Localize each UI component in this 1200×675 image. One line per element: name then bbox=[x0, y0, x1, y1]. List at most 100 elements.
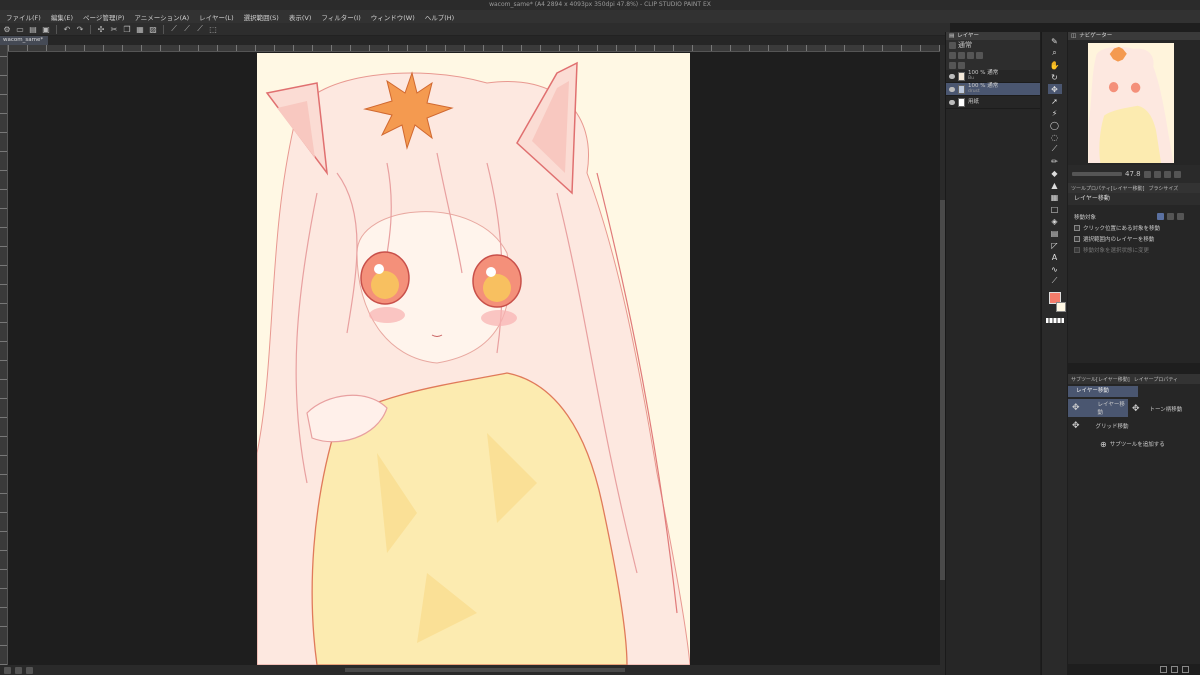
checkbox[interactable] bbox=[1074, 224, 1080, 231]
new-layer-icon[interactable] bbox=[949, 61, 956, 69]
zoom-out-icon[interactable] bbox=[4, 666, 11, 674]
new-icon[interactable]: ▭ bbox=[15, 24, 25, 34]
snap-special-icon[interactable]: ⟋ bbox=[182, 24, 192, 34]
auto-select-icon[interactable]: ⚡ bbox=[1048, 108, 1062, 118]
menu-file[interactable]: ファイル(F) bbox=[6, 12, 41, 22]
frame-icon[interactable]: ◈ bbox=[1048, 216, 1062, 226]
menu-window[interactable]: ウィンドウ(W) bbox=[371, 12, 415, 22]
app-icon[interactable]: ⚙ bbox=[2, 24, 12, 34]
redo-icon[interactable]: ↷ bbox=[75, 24, 85, 34]
brush-size-tab[interactable]: ブラシサイズ bbox=[1148, 185, 1178, 192]
zoom-in-button[interactable] bbox=[1143, 170, 1151, 178]
snap-ruler-icon[interactable]: ⟋ bbox=[169, 24, 179, 34]
layer-color-icon[interactable] bbox=[949, 41, 956, 49]
eraser-icon[interactable]: ◆ bbox=[1048, 168, 1062, 178]
layer-row-selected[interactable]: 100 % 通常 drust bbox=[946, 83, 1040, 96]
menu-page[interactable]: ページ管理(P) bbox=[83, 12, 124, 22]
operation-icon[interactable]: ➚ bbox=[1048, 96, 1062, 106]
menu-selection[interactable]: 選択範囲(S) bbox=[244, 12, 279, 22]
option-row[interactable]: 移動対象を選択状態に変更 bbox=[1068, 244, 1200, 255]
checkbox[interactable] bbox=[1074, 235, 1080, 242]
new-folder-icon[interactable] bbox=[958, 61, 965, 69]
zoom-slider[interactable] bbox=[1072, 172, 1122, 176]
lock-icon[interactable] bbox=[949, 51, 956, 59]
pen-icon[interactable]: ✎ bbox=[1048, 36, 1062, 46]
document-tab[interactable]: wacom_same* bbox=[0, 36, 48, 45]
layer-panel-tab[interactable]: ▤ レイヤー bbox=[946, 32, 1040, 40]
rotate-icon[interactable]: ↻ bbox=[1048, 72, 1062, 82]
pencil-icon[interactable]: ✏ bbox=[1048, 156, 1062, 166]
plus-icon: ⊕ bbox=[1100, 439, 1107, 449]
hand-icon[interactable]: ✋ bbox=[1048, 60, 1062, 70]
target-layer-icon[interactable] bbox=[1157, 213, 1165, 220]
navigator-tab[interactable]: ◫ ナビゲーター bbox=[1068, 32, 1200, 40]
balloon-icon[interactable]: ◸ bbox=[1048, 240, 1062, 250]
menu-help[interactable]: ヘルプ(H) bbox=[425, 12, 454, 22]
cut-icon[interactable]: ✂ bbox=[109, 24, 119, 34]
delete-icon[interactable] bbox=[1171, 665, 1178, 673]
separator bbox=[90, 24, 91, 34]
reference-icon[interactable] bbox=[967, 51, 974, 59]
sub-tool-item-selected[interactable]: ✥ レイヤー移動 bbox=[1068, 399, 1128, 417]
canvas-artwork[interactable] bbox=[257, 53, 690, 665]
copy-icon[interactable]: ❐ bbox=[122, 24, 132, 34]
clear-icon[interactable]: ✣ bbox=[96, 24, 106, 34]
fill-icon[interactable]: ▨ bbox=[148, 24, 158, 34]
figure-icon[interactable]: □ bbox=[1048, 204, 1062, 214]
eyedropper-icon[interactable]: ⟋ bbox=[1048, 144, 1062, 154]
transform-icon[interactable]: ⬚ bbox=[208, 24, 218, 34]
layer-row[interactable]: 用紙 bbox=[946, 96, 1040, 109]
visibility-eye-icon[interactable] bbox=[949, 86, 955, 92]
sub-tool-item[interactable]: ✥ グリッド移動 bbox=[1068, 417, 1200, 435]
move-layer-icon[interactable]: ✥ bbox=[1047, 84, 1062, 94]
lasso-icon[interactable]: ◯ bbox=[1048, 120, 1062, 130]
sub-tool-tab[interactable]: サブツール[レイヤー移動] bbox=[1071, 376, 1130, 383]
option-row[interactable]: クリック位置にある対象を移動 bbox=[1068, 222, 1200, 233]
snap-grid-icon[interactable]: ⟋ bbox=[195, 24, 205, 34]
duplicate-icon[interactable] bbox=[1160, 665, 1167, 673]
draft-icon[interactable] bbox=[976, 51, 983, 59]
paper-thumbnail bbox=[958, 97, 965, 107]
layer-row[interactable]: 100 % 通常 Bu bbox=[946, 70, 1040, 83]
settings-icon[interactable] bbox=[1182, 665, 1189, 673]
save-icon[interactable]: ▣ bbox=[41, 24, 51, 34]
fill-bucket-icon[interactable]: ▲ bbox=[1048, 180, 1062, 190]
navigator-preview[interactable] bbox=[1088, 43, 1174, 163]
sub-color-swatch[interactable] bbox=[1055, 302, 1066, 312]
clip-icon[interactable] bbox=[958, 51, 965, 59]
zoom-out-button[interactable] bbox=[1153, 170, 1161, 178]
text-icon[interactable]: A bbox=[1048, 252, 1062, 262]
tool-property-tab[interactable]: ツールプロパティ[レイヤー移動] bbox=[1071, 185, 1144, 192]
sub-tool-item[interactable]: ✥ トーン柄移動 bbox=[1128, 400, 1198, 418]
horizontal-scroll-thumb[interactable] bbox=[345, 668, 625, 672]
menu-edit[interactable]: 編集(E) bbox=[51, 12, 73, 22]
rotate-left-button[interactable] bbox=[1163, 170, 1171, 178]
menu-view[interactable]: 表示(V) bbox=[289, 12, 312, 22]
visibility-eye-icon[interactable] bbox=[949, 73, 955, 79]
undo-icon[interactable]: ↶ bbox=[62, 24, 72, 34]
ruler-icon[interactable]: ▤ bbox=[1048, 228, 1062, 238]
target-tone-icon[interactable] bbox=[1167, 213, 1175, 220]
menu-layer[interactable]: レイヤー(L) bbox=[199, 12, 234, 22]
menu-animation[interactable]: アニメーション(A) bbox=[134, 12, 189, 22]
checkbox[interactable] bbox=[1074, 246, 1080, 253]
zoom-icon[interactable]: ⌕ bbox=[1048, 48, 1062, 58]
add-sub-tool-button[interactable]: ⊕ サブツールを追加する bbox=[1068, 435, 1200, 453]
target-grid-icon[interactable] bbox=[1177, 213, 1185, 220]
transparent-color-swatch[interactable] bbox=[1045, 318, 1064, 323]
fit-icon[interactable] bbox=[26, 666, 33, 674]
open-icon[interactable]: ▤ bbox=[28, 24, 38, 34]
option-row[interactable]: 選択範囲内のレイヤーを移動 bbox=[1068, 233, 1200, 244]
blend-mode-select[interactable]: 通常 bbox=[958, 40, 972, 50]
menu-filter[interactable]: フィルター(I) bbox=[321, 12, 360, 22]
gradient-icon[interactable]: ▦ bbox=[1048, 192, 1062, 202]
zoom-in-icon[interactable] bbox=[15, 666, 22, 674]
layer-property-tab[interactable]: レイヤープロパティ bbox=[1134, 376, 1178, 383]
brush-icon[interactable]: ⟋ bbox=[1048, 276, 1062, 286]
visibility-eye-icon[interactable] bbox=[949, 99, 955, 105]
select-icon[interactable]: ◌ bbox=[1048, 132, 1062, 142]
correction-icon[interactable]: ∿ bbox=[1048, 264, 1062, 274]
sub-tool-group-selected[interactable]: レイヤー移動 bbox=[1068, 386, 1138, 397]
paste-icon[interactable]: ▦ bbox=[135, 24, 145, 34]
rotate-right-button[interactable] bbox=[1173, 170, 1181, 178]
